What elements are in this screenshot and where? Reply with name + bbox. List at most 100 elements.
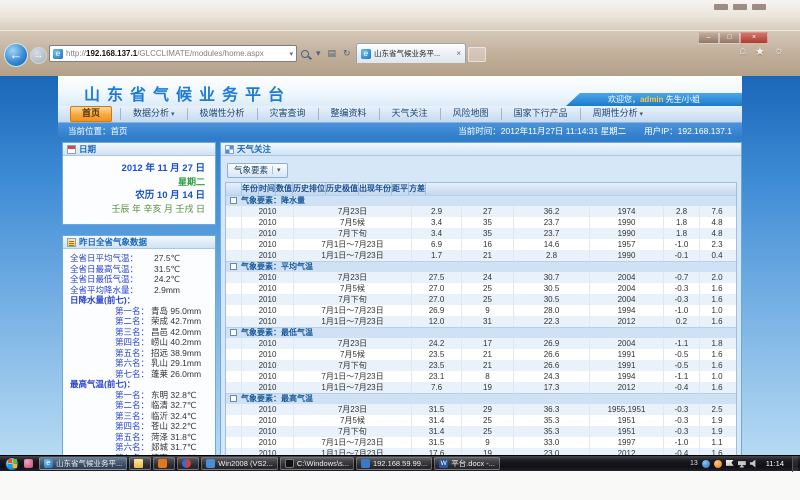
group-checkbox[interactable]: [230, 395, 237, 402]
nav-item[interactable]: 极端性分析: [187, 108, 257, 120]
username: admin: [640, 95, 664, 104]
table-row[interactable]: 2010 1月1日～7月23日 12.0 31 22.3 2012 0.2 1.…: [226, 316, 736, 327]
table-row[interactable]: 2010 7月1日～7月23日 23.1 8 24.3 1994 -1.1 1.…: [226, 371, 736, 382]
home-icon[interactable]: ⌂: [739, 45, 746, 58]
action-center-flag-icon[interactable]: [726, 460, 734, 468]
refresh-icon[interactable]: ↻: [343, 46, 351, 61]
address-bar[interactable]: e http://192.168.137.1/GLCCLIMATE/module…: [49, 45, 297, 62]
show-desktop-button[interactable]: [792, 456, 798, 472]
back-button[interactable]: ←: [4, 43, 28, 67]
column-header: 历史排位: [293, 183, 326, 195]
ranking-item: 第四名：苍山 32.2℃: [63, 421, 213, 432]
tab-close-icon[interactable]: ×: [456, 49, 461, 58]
table-row[interactable]: 2010 7月下旬 27.0 25 30.5 2004 -0.3 1.6: [226, 294, 736, 305]
group-checkbox[interactable]: [230, 197, 237, 204]
table-row[interactable]: 2010 7月5候 3.4 35 23.7 1990 1.8 4.8: [226, 217, 736, 228]
settings-gear-icon[interactable]: ☼: [774, 45, 784, 58]
table-row[interactable]: 2010 7月下旬 3.4 35 23.7 1990 1.8 4.8: [226, 228, 736, 239]
forward-button[interactable]: →: [30, 47, 47, 64]
app-icon: W: [439, 459, 448, 468]
column-header: 数值: [276, 183, 293, 195]
table-row[interactable]: 2010 7月下旬 31.4 25 35.3 1951 -0.3 1.9: [226, 426, 736, 437]
ranking-item: 第四名：崂山 40.2mm: [63, 337, 213, 348]
nav-item[interactable]: 国家下行产品: [501, 108, 580, 120]
table-row[interactable]: 2010 7月1日～7月23日 6.9 16 14.6 1957 -1.0 2.…: [226, 239, 736, 250]
maximize-button[interactable]: □: [719, 32, 740, 44]
table-row[interactable]: 2010 7月1日～7月23日 31.5 9 33.0 1997 -1.0 1.…: [226, 437, 736, 448]
table-row[interactable]: 2010 1月1日～7月23日 17.6 19 23.0 2012 -0.4 1…: [226, 448, 736, 456]
column-header: 时间: [259, 183, 276, 195]
taskbar-window-button[interactable]: [129, 457, 151, 470]
group-label: 气象要素：最高气温: [241, 393, 313, 404]
column-header: 历史极值: [326, 183, 359, 195]
table-row[interactable]: 2010 7月5候 27.0 25 30.5 2004 -0.3 1.6: [226, 283, 736, 294]
table-row[interactable]: 2010 1月1日～7月23日 7.6 19 17.3 2012 -0.4 1.…: [226, 382, 736, 393]
minimize-button[interactable]: –: [698, 32, 719, 44]
browser-toolbar-right: ⌂ ★ ☼: [739, 45, 784, 58]
address-dropdown-icon[interactable]: ▾: [289, 50, 293, 58]
element-group: 气象要素：最高气温 2010 7月23日: [226, 393, 736, 456]
element-filter-button[interactable]: 气象要素▾: [227, 163, 288, 178]
table-row[interactable]: 2010 7月5候 31.4 25 35.3 1951 -0.3 1.9: [226, 415, 736, 426]
ranking-item: 第五名：菏泽 31.8℃: [63, 432, 213, 443]
taskbar: e 山东省气候业务平...: [0, 455, 800, 471]
browser-tab[interactable]: e 山东省气候业务平... ×: [356, 43, 466, 63]
welcome-banner: 欢迎您，admin 先生/小姐: [566, 93, 742, 106]
tray-app-icon[interactable]: [702, 460, 710, 468]
table-row[interactable]: 2010 7月23日 2.9 27 36.2 1974 2.8 7.6: [226, 206, 736, 217]
nav-item[interactable]: 风险地图: [440, 108, 501, 120]
table-row[interactable]: 2010 7月5候 23.5 21 26.6 1991 -0.5 1.6: [226, 349, 736, 360]
nav-item[interactable]: 灾害查询: [257, 108, 318, 120]
app-icon: [285, 459, 294, 468]
nav-item[interactable]: 数据分析 ▾: [120, 108, 186, 120]
column-header: 出现年份: [359, 183, 392, 195]
group-header-row[interactable]: 气象要素：降水量: [226, 195, 736, 206]
background-window-strip: [0, 0, 800, 30]
new-tab-button[interactable]: [468, 47, 486, 62]
nav-item[interactable]: 天气关注: [379, 108, 440, 120]
table-row[interactable]: 2010 1月1日～7月23日 1.7 21 2.8 1990 -0.1 0.4: [226, 250, 736, 261]
close-button[interactable]: ×: [740, 32, 768, 44]
nav-item[interactable]: 首页: [70, 106, 112, 122]
table-row[interactable]: 2010 7月23日 24.2 17 26.9 2004 -1.1 1.8: [226, 338, 736, 349]
taskbar-window-button[interactable]: Win2008 (VS2...: [201, 457, 278, 470]
ranking-item: 第二名：荣成 42.7mm: [63, 316, 213, 327]
date-panel-title: 日期: [79, 143, 96, 155]
table-row[interactable]: 2010 7月下旬 23.5 21 26.6 1991 -0.5 1.6: [226, 360, 736, 371]
element-group: 气象要素：平均气温 2010 7月23日: [226, 261, 736, 327]
taskbar-clock[interactable]: 11:14: [766, 459, 784, 468]
favorites-star-icon[interactable]: ★: [755, 45, 765, 58]
autocomplete-icon[interactable]: ▾: [316, 46, 321, 61]
taskbar-window-button[interactable]: [177, 457, 199, 470]
nav-item[interactable]: 周期性分析 ▾: [580, 108, 655, 120]
report-icon: [67, 238, 76, 247]
pinned-app-icon[interactable]: [24, 459, 33, 468]
group-header-row[interactable]: 气象要素：最高气温: [226, 393, 736, 404]
current-time: 当前时间：2012年11月27日 11:14:31 星期二: [458, 125, 626, 137]
taskbar-window-button[interactable]: C:\Windows\s...: [280, 457, 354, 470]
app-icon: [361, 459, 370, 468]
speaker-icon[interactable]: [750, 460, 758, 468]
taskbar-window-button[interactable]: e 山东省气候业务平...: [39, 457, 127, 470]
group-header-row[interactable]: 气象要素：平均气温: [226, 261, 736, 272]
ranking-item: 第一名：青岛 95.0mm: [63, 306, 213, 317]
taskbar-window-button[interactable]: [153, 457, 175, 470]
group-header-row[interactable]: 气象要素：最低气温: [226, 327, 736, 338]
lunar-date: 农历 10 月 14 日: [69, 189, 205, 203]
ranking-item: 第六名：郯城 31.7℃: [63, 442, 213, 453]
nav-item[interactable]: 整编资料: [318, 108, 379, 120]
table-row[interactable]: 2010 7月23日 27.5 24 30.7 2004 -0.7 2.0: [226, 272, 736, 283]
search-icon[interactable]: [301, 50, 309, 58]
table-row[interactable]: 2010 7月23日 31.5 29 36.3 1955,1951 -0.3 2…: [226, 404, 736, 415]
taskbar-window-button[interactable]: W 平台.docx -...: [434, 457, 500, 470]
compatibility-view-icon[interactable]: ▤: [328, 46, 337, 61]
taskbar-window-button[interactable]: 192.168.59.99...: [356, 457, 432, 470]
start-button[interactable]: [5, 457, 19, 471]
province-stat: 全省日平均气温：27.5℃: [63, 253, 213, 264]
app-icon: [158, 459, 167, 468]
network-icon[interactable]: [738, 460, 746, 468]
table-row[interactable]: 2010 7月1日～7月23日 26.9 9 28.0 1994 -1.0 1.…: [226, 305, 736, 316]
group-checkbox[interactable]: [230, 329, 237, 336]
antivirus-icon[interactable]: [714, 460, 722, 468]
group-checkbox[interactable]: [230, 263, 237, 270]
